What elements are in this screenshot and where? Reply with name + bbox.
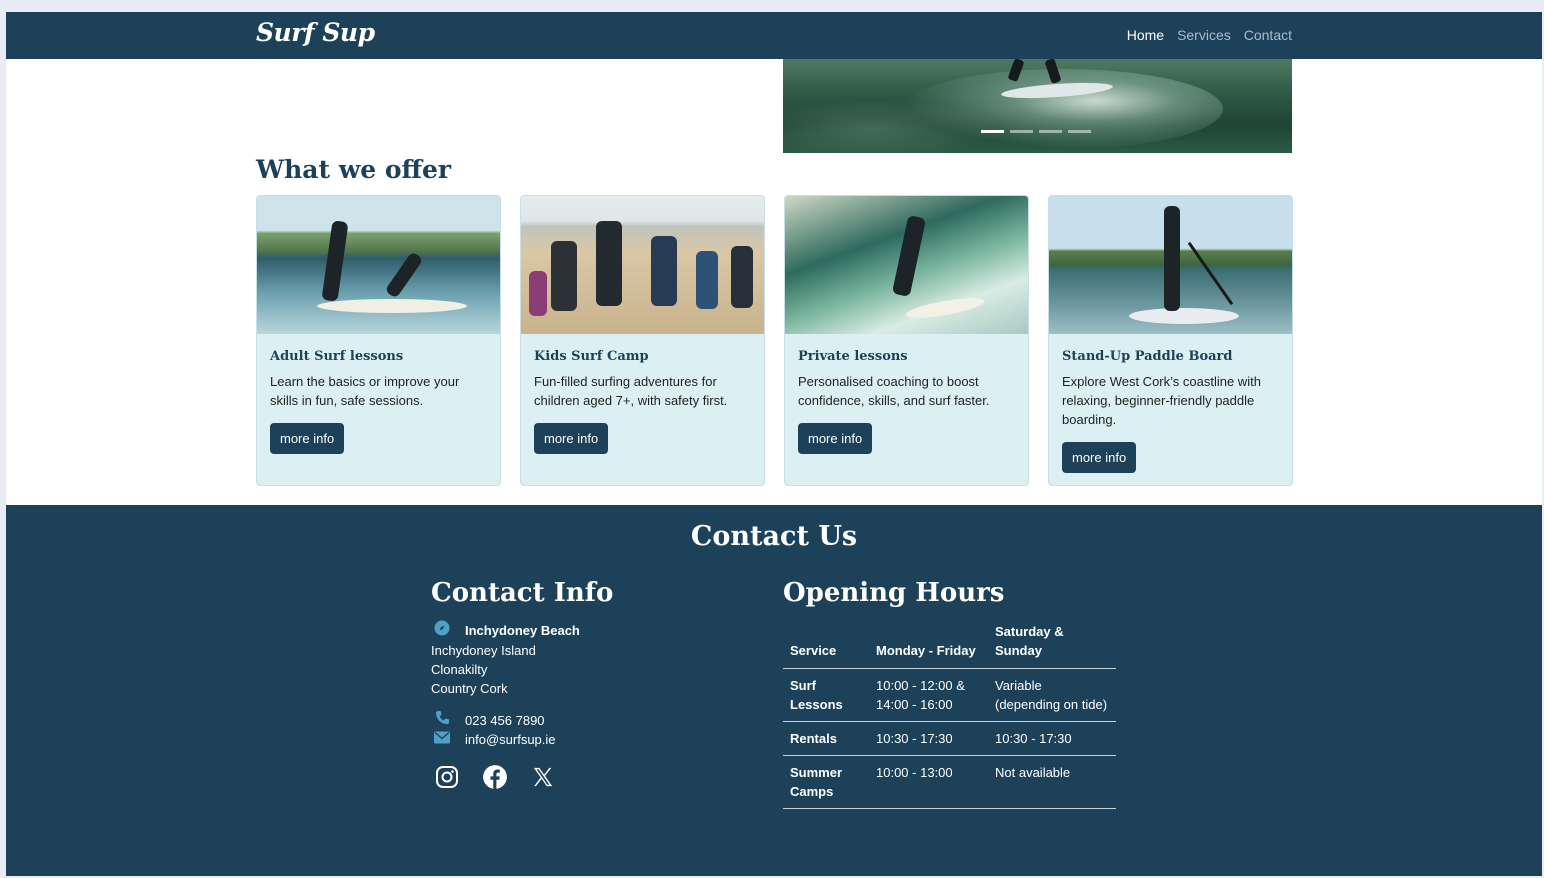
table-cell: 10:30 - 17:30: [988, 721, 1116, 756]
opening-hours-title: Opening Hours: [783, 578, 1005, 608]
compass-icon: [431, 620, 453, 641]
instagram-icon[interactable]: [434, 764, 460, 790]
phone-number[interactable]: 023 456 7890: [465, 711, 545, 730]
table-row: Surf Lessons 10:00 - 12:00 & 14:00 - 16:…: [783, 668, 1116, 722]
browser-viewport: Surf Sup Home Services Contact What we o…: [6, 12, 1542, 876]
nav-menu: Home Services Contact: [1127, 27, 1292, 43]
card-title: Kids Surf Camp: [534, 349, 649, 364]
nav-home-link[interactable]: Home: [1127, 27, 1164, 43]
address-line-2: Inchydoney Island: [431, 643, 536, 658]
table-cell: Variable (depending on tide): [988, 668, 1116, 722]
email-address[interactable]: info@surfsup.ie: [465, 730, 556, 749]
table-cell: Summer Camps: [783, 755, 869, 809]
card-image-private-lessons: [785, 196, 1028, 334]
table-header: Saturday & Sunday: [988, 622, 1116, 669]
table-header-row: Service Monday - Friday Saturday & Sunda…: [783, 622, 1116, 669]
address-line-3: Clonakilty: [431, 662, 488, 677]
x-icon[interactable]: [530, 764, 556, 790]
table-header: Monday - Friday: [869, 622, 988, 669]
card-title: Stand-Up Paddle Board: [1062, 349, 1233, 364]
contact-info-title: Contact Info: [431, 578, 614, 608]
card-text: Fun-filled surfing adventures for childr…: [534, 374, 728, 408]
carousel-indicator-1[interactable]: [981, 130, 1004, 133]
service-card-adult-surf: Adult Surf lessons Learn the basics or i…: [256, 195, 501, 486]
table-header: Service: [783, 622, 869, 669]
card-title: Private lessons: [798, 349, 908, 364]
contact-heading: Contact Us: [690, 521, 858, 552]
table-cell: 10:30 - 17:30: [869, 721, 988, 756]
carousel-indicators: [981, 130, 1091, 133]
phone-icon: [431, 710, 453, 730]
card-text: Learn the basics or improve your skills …: [270, 374, 460, 408]
card-image-adult-surf: [257, 196, 500, 334]
carousel-indicator-3[interactable]: [1039, 130, 1062, 133]
contact-info: Inchydoney Beach Inchydoney Island Clona…: [431, 620, 580, 749]
address-line-1: Inchydoney Beach: [465, 623, 580, 638]
service-card-kids-camp: Kids Surf Camp Fun-filled surfing advent…: [520, 195, 765, 486]
table-cell: Surf Lessons: [783, 668, 869, 722]
address-line-4: Country Cork: [431, 681, 508, 696]
opening-hours-table: Service Monday - Friday Saturday & Sunda…: [783, 622, 1116, 809]
table-cell: 10:00 - 13:00: [869, 755, 988, 809]
more-info-button[interactable]: more info: [1062, 442, 1137, 473]
brand-logo[interactable]: Surf Sup: [256, 18, 375, 47]
more-info-button[interactable]: more info: [534, 423, 609, 454]
more-info-button[interactable]: more info: [270, 423, 345, 454]
offer-heading: What we offer: [256, 155, 452, 184]
table-cell: Rentals: [783, 721, 869, 756]
contact-section: Contact Us Contact Info Opening Hours In…: [6, 505, 1542, 876]
navbar: Surf Sup Home Services Contact: [6, 12, 1542, 59]
hero-carousel-image: [783, 59, 1292, 153]
more-info-button[interactable]: more info: [798, 423, 873, 454]
card-text: Personalised coaching to boost confidenc…: [798, 374, 990, 408]
table-row: Summer Camps 10:00 - 13:00 Not available: [783, 755, 1116, 809]
nav-services-link[interactable]: Services: [1177, 27, 1231, 43]
table-cell: Not available: [988, 755, 1116, 809]
facebook-icon[interactable]: [482, 764, 508, 790]
table-cell: 10:00 - 12:00 & 14:00 - 16:00: [869, 668, 988, 722]
card-text: Explore West Cork’s coastline with relax…: [1062, 374, 1261, 427]
service-card-private-lessons: Private lessons Personalised coaching to…: [784, 195, 1029, 486]
social-links: [434, 764, 556, 790]
card-title: Adult Surf lessons: [270, 349, 404, 364]
nav-contact-link[interactable]: Contact: [1244, 27, 1292, 43]
envelope-icon: [431, 730, 453, 749]
service-card-paddle-board: Stand-Up Paddle Board Explore West Cork’…: [1048, 195, 1293, 486]
card-image-kids-camp: [521, 196, 764, 334]
table-row: Rentals 10:30 - 17:30 10:30 - 17:30: [783, 721, 1116, 756]
carousel-indicator-2[interactable]: [1010, 130, 1033, 133]
carousel-indicator-4[interactable]: [1068, 130, 1091, 133]
card-image-paddle-board: [1049, 196, 1292, 334]
